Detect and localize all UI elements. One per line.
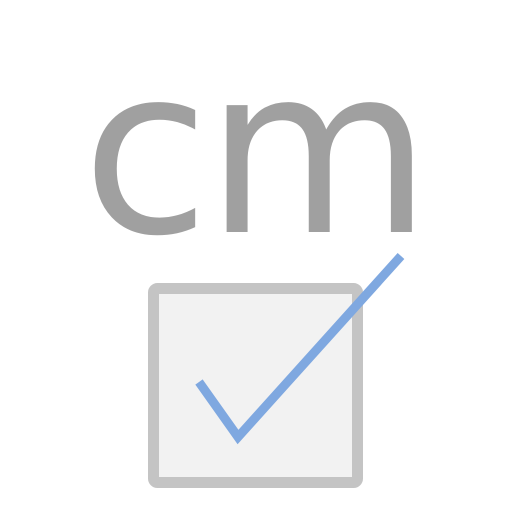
checkbox-graphic[interactable]	[0, 0, 512, 512]
icon-canvas: cm	[0, 0, 512, 512]
checkbox-box[interactable]	[148, 283, 363, 488]
